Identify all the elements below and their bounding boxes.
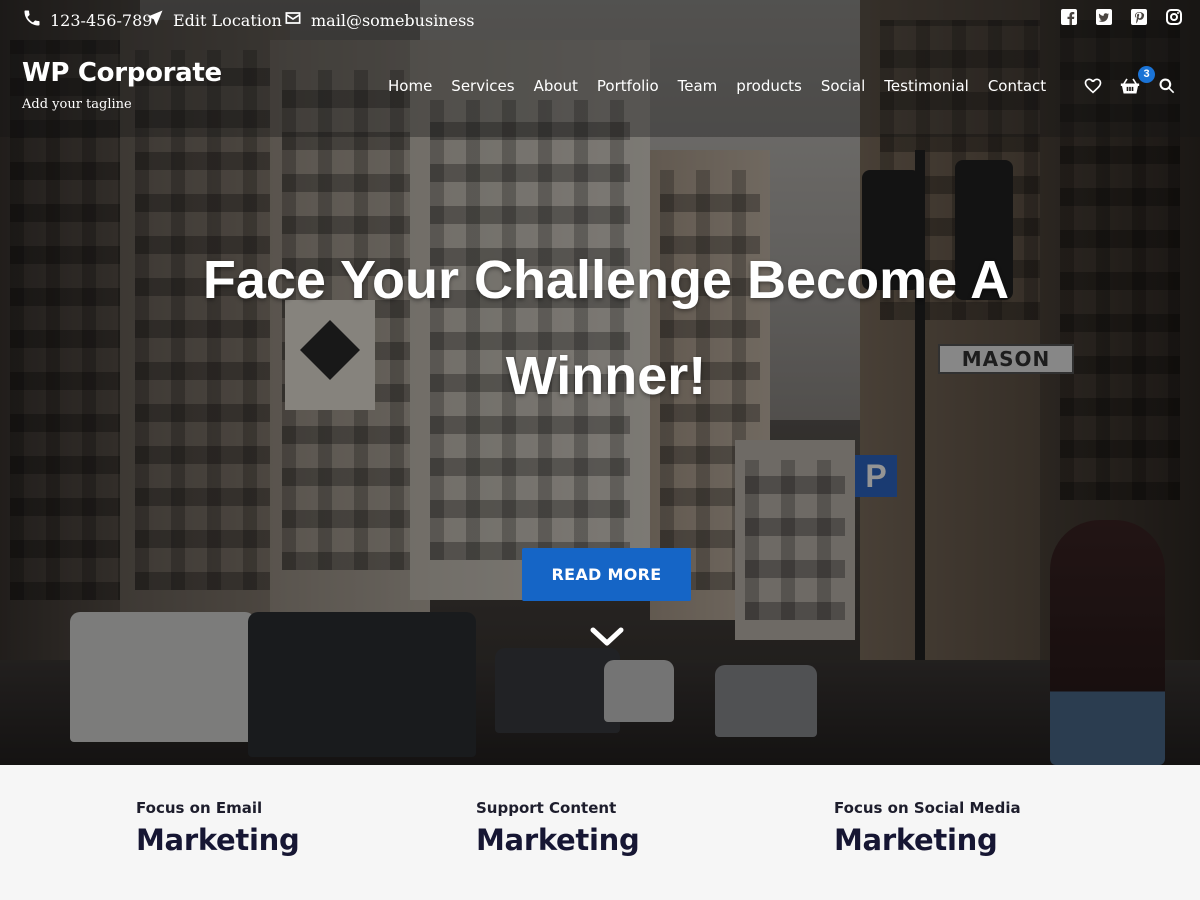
cart-count-badge: 3 xyxy=(1138,66,1155,83)
feature-item: Focus on Social Media Marketing xyxy=(834,799,1021,857)
location-arrow-icon xyxy=(145,8,165,32)
nav-item-portfolio[interactable]: Portfolio xyxy=(597,77,659,95)
hero-heading-line1: Face Your Challenge Become A xyxy=(202,250,1010,310)
facebook-icon[interactable] xyxy=(1061,9,1077,25)
feature-title: Marketing xyxy=(834,823,998,857)
hero-heading-line2: Winner! xyxy=(505,346,707,406)
phone-number: 123-456-789 xyxy=(50,10,153,30)
nav-item-home[interactable]: Home xyxy=(388,77,432,95)
location-text: Edit Location xyxy=(173,10,282,30)
read-more-button[interactable]: READ MORE xyxy=(522,548,691,601)
chevron-down-icon[interactable] xyxy=(590,624,624,648)
feature-item: Support Content Marketing xyxy=(476,799,640,857)
features-section: Focus on Email Marketing Support Content… xyxy=(0,765,1200,900)
email-address: mail@somebusiness xyxy=(311,10,475,30)
feature-subtitle: Focus on Social Media xyxy=(834,799,1021,817)
location-contact[interactable]: Edit Location xyxy=(145,8,282,32)
cart-basket-icon[interactable]: 3 xyxy=(1120,66,1155,96)
pinterest-icon[interactable] xyxy=(1131,9,1147,25)
nav-item-contact[interactable]: Contact xyxy=(988,77,1046,95)
nav-item-social[interactable]: Social xyxy=(821,77,865,95)
site-branding[interactable]: WP Corporate Add your tagline xyxy=(22,58,222,112)
feature-title: Marketing xyxy=(476,823,640,857)
nav-item-products[interactable]: products xyxy=(736,77,802,95)
header-actions: 3 xyxy=(1083,66,1194,96)
phone-contact[interactable]: 123-456-789 xyxy=(22,8,152,32)
feature-item: Focus on Email Marketing xyxy=(136,799,300,857)
phone-icon xyxy=(22,8,42,32)
search-icon[interactable] xyxy=(1157,76,1177,96)
feature-title: Marketing xyxy=(136,823,300,857)
feature-subtitle: Focus on Email xyxy=(136,799,263,817)
nav-item-services[interactable]: Services xyxy=(451,77,514,95)
nav-item-about[interactable]: About xyxy=(534,77,578,95)
nav-item-testimonial[interactable]: Testimonial xyxy=(884,77,969,95)
site-title[interactable]: WP Corporate xyxy=(22,58,222,88)
envelope-icon xyxy=(283,8,303,32)
main-navigation: Home Services About Portfolio Team produ… xyxy=(388,77,1065,95)
feature-subtitle: Support Content xyxy=(476,799,617,817)
site-tagline: Add your tagline xyxy=(22,97,132,112)
nav-item-team[interactable]: Team xyxy=(678,77,718,95)
email-contact[interactable]: mail@somebusiness xyxy=(283,8,475,32)
hero-heading: Face Your Challenge Become A Winner! xyxy=(200,232,1012,424)
wishlist-heart-icon[interactable] xyxy=(1083,76,1103,96)
twitter-icon[interactable] xyxy=(1096,9,1112,25)
instagram-icon[interactable] xyxy=(1166,9,1182,25)
top-bar: 123-456-789 Edit Location mail@somebusin… xyxy=(0,0,1200,38)
